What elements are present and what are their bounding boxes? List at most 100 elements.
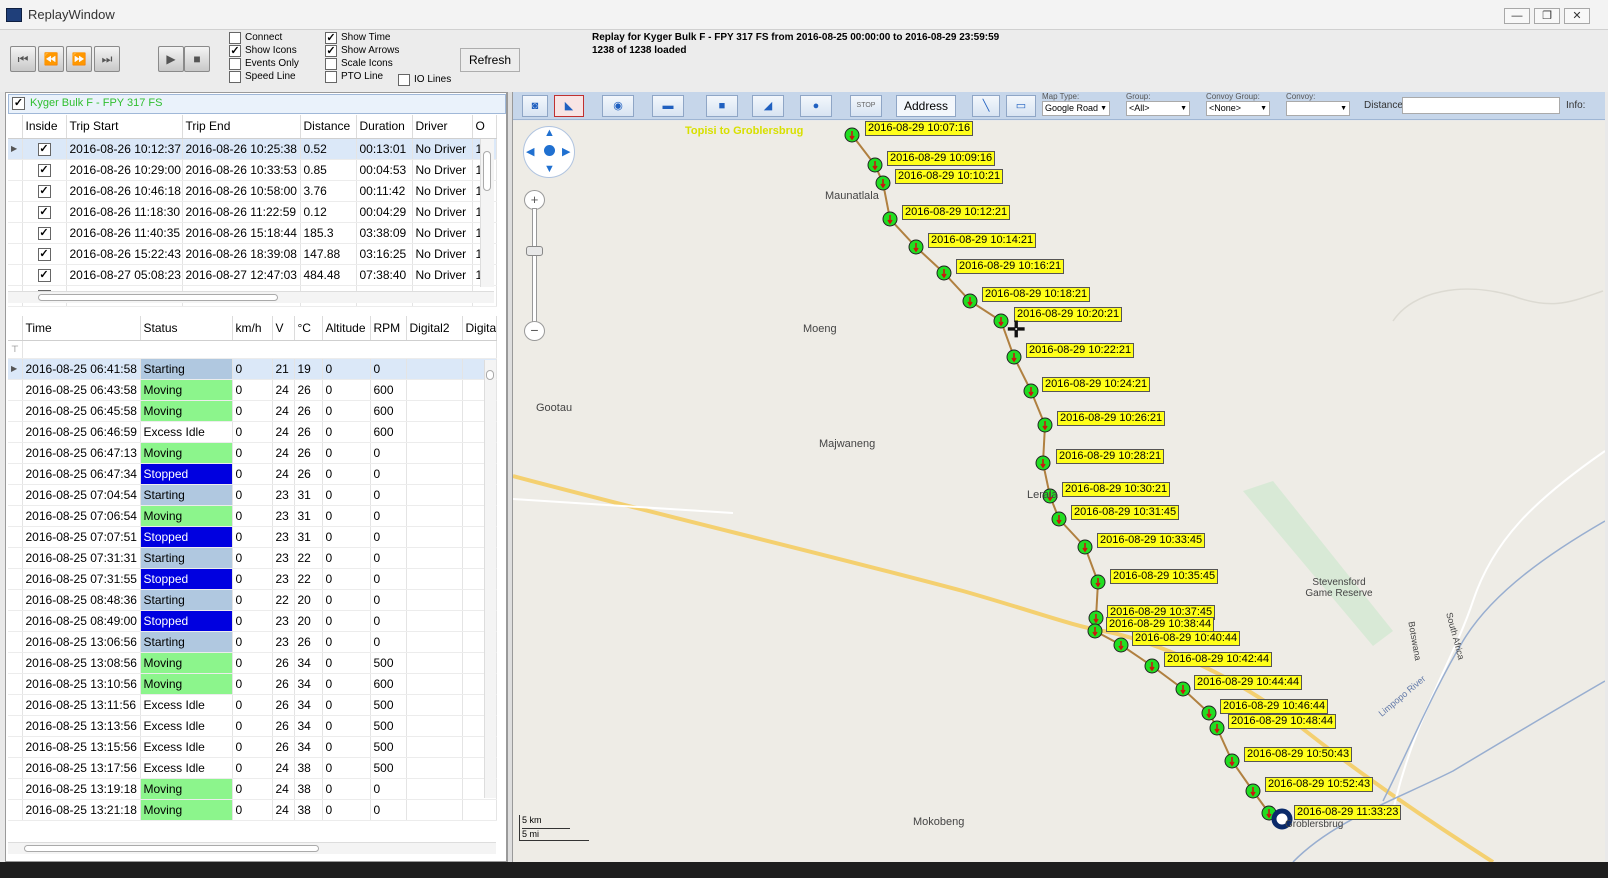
scroll-thumb[interactable] — [38, 294, 278, 301]
route-icon[interactable]: ◣ — [554, 95, 584, 117]
row-indicator[interactable] — [8, 463, 23, 485]
checkbox-box[interactable] — [229, 31, 241, 44]
show-icons-checkbox[interactable]: ✓ Show Icons — [229, 44, 299, 57]
pan-down-icon[interactable]: ▼ — [544, 163, 555, 175]
table-row[interactable]: 2016-08-25 07:31:31 Starting 0 23 22 0 0 — [8, 547, 497, 569]
checkbox-box[interactable] — [229, 70, 241, 83]
polygon-icon[interactable]: ◢ — [752, 95, 784, 117]
table-row[interactable]: ✓ 2016-08-26 11:18:30 2016-08-26 11:22:5… — [8, 201, 497, 223]
rectangle-icon[interactable]: ■ — [706, 95, 738, 117]
row-indicator[interactable] — [8, 421, 23, 443]
row-indicator[interactable] — [8, 400, 23, 422]
table-row[interactable]: ▶ ✓ 2016-08-26 10:12:37 2016-08-26 10:25… — [8, 138, 497, 160]
pan-center-icon[interactable] — [544, 145, 555, 156]
table-row[interactable]: ✓ 2016-08-26 11:40:35 2016-08-26 15:18:4… — [8, 222, 497, 244]
row-indicator[interactable] — [8, 547, 23, 569]
zoom-in-icon[interactable]: + — [524, 190, 545, 210]
table-row[interactable]: 2016-08-25 07:04:54 Starting 0 23 31 0 0 — [8, 484, 497, 506]
row-indicator[interactable] — [8, 379, 23, 401]
maximize-button[interactable]: ❐ — [1534, 8, 1560, 24]
table-row[interactable]: 2016-08-25 13:17:56 Excess Idle 0 24 38 … — [8, 757, 497, 779]
map-type-select[interactable]: Google Road ▼ — [1042, 101, 1110, 116]
refresh-button[interactable]: Refresh — [460, 48, 520, 72]
checkbox-box[interactable]: ✓ — [325, 44, 337, 57]
minimize-button[interactable]: — — [1504, 8, 1530, 24]
row-indicator[interactable] — [8, 243, 23, 265]
inside-checkbox[interactable]: ✓ — [37, 143, 51, 156]
col-header-distance[interactable]: Distance — [300, 115, 357, 139]
scroll-thumb[interactable] — [483, 151, 491, 191]
vehicle-checkbox[interactable]: ✓ — [12, 97, 25, 110]
circle-icon[interactable]: ● — [800, 95, 832, 117]
checkbox-box[interactable] — [325, 70, 337, 83]
scroll-thumb[interactable] — [486, 370, 494, 380]
table-row[interactable]: 2016-08-25 06:46:59 Excess Idle 0 24 26 … — [8, 421, 497, 443]
col-header-kmh[interactable]: km/h — [232, 316, 273, 341]
stop-sign-icon[interactable]: STOP — [850, 95, 882, 117]
zoom-track[interactable] — [532, 208, 537, 326]
play-icon[interactable]: ▶ — [158, 46, 184, 72]
show-time-checkbox[interactable]: ✓ Show Time — [325, 31, 399, 44]
table-row[interactable]: 2016-08-25 07:06:54 Moving 0 23 31 0 0 — [8, 505, 497, 527]
io-lines-checkbox[interactable]: IO Lines — [398, 73, 451, 86]
row-indicator[interactable] — [8, 694, 23, 716]
row-indicator[interactable] — [8, 673, 23, 695]
row-indicator[interactable] — [8, 264, 23, 286]
inside-checkbox[interactable]: ✓ — [37, 269, 51, 282]
close-button[interactable]: ✕ — [1564, 8, 1590, 24]
inside-checkbox[interactable]: ✓ — [37, 185, 51, 198]
table-row[interactable]: 2016-08-25 13:08:56 Moving 0 26 34 0 500 — [8, 652, 497, 674]
pan-right-icon[interactable]: ▶ — [562, 145, 570, 158]
zoom-out-icon[interactable]: − — [524, 321, 545, 341]
map-view[interactable]: Topisi to Groblersbrug Maunatlala Moeng … — [513, 121, 1605, 862]
inside-cell[interactable]: ✓ — [22, 222, 67, 244]
table-row[interactable]: ✓ 2016-08-26 10:46:18 2016-08-26 10:58:0… — [8, 180, 497, 202]
show-arrows-checkbox[interactable]: ✓ Show Arrows — [325, 44, 399, 57]
col-header-digital3[interactable]: Digita — [462, 316, 497, 341]
select-icon[interactable]: ◙ — [522, 95, 548, 117]
inside-checkbox[interactable]: ✓ — [37, 164, 51, 177]
row-indicator[interactable] — [8, 505, 23, 527]
col-header-inside[interactable]: Inside — [22, 115, 67, 139]
col-header-o[interactable]: O — [472, 115, 497, 139]
row-indicator[interactable] — [8, 610, 23, 632]
table-row[interactable]: 2016-08-25 13:06:56 Starting 0 23 26 0 0 — [8, 631, 497, 653]
connect-checkbox[interactable]: Connect — [229, 31, 299, 44]
col-header-altitude[interactable]: Altitude — [322, 316, 371, 341]
row-indicator[interactable] — [8, 736, 23, 758]
col-header-driver[interactable]: Driver — [412, 115, 473, 139]
row-indicator[interactable]: ▶ — [8, 138, 23, 160]
inside-checkbox[interactable]: ✓ — [37, 227, 51, 240]
inside-cell[interactable]: ✓ — [22, 201, 67, 223]
row-indicator[interactable]: ▶ — [8, 358, 23, 380]
stop-icon[interactable]: ■ — [184, 46, 210, 72]
inside-cell[interactable]: ✓ — [22, 159, 67, 181]
table-row[interactable]: ▶ 2016-08-25 06:41:58 Starting 0 21 19 0… — [8, 358, 497, 380]
group-select[interactable]: <All> ▼ — [1126, 101, 1190, 116]
row-indicator[interactable] — [8, 526, 23, 548]
row-indicator[interactable] — [8, 222, 23, 244]
inside-cell[interactable]: ✓ — [22, 243, 67, 265]
pan-left-icon[interactable]: ◀ — [526, 145, 534, 158]
inside-checkbox[interactable]: ✓ — [37, 206, 51, 219]
pan-up-icon[interactable]: ▲ — [544, 127, 555, 139]
trips-horizontal-scrollbar[interactable] — [8, 291, 494, 303]
distance-input[interactable] — [1402, 97, 1560, 114]
checkbox-box[interactable]: ✓ — [325, 31, 337, 44]
filter-icon[interactable]: ⊤ — [8, 340, 23, 359]
row-indicator[interactable] — [8, 159, 23, 181]
scroll-thumb[interactable] — [24, 845, 319, 852]
convoy-select[interactable]: ▼ — [1286, 101, 1350, 116]
events-filter-row[interactable]: ⊤ — [8, 340, 497, 359]
row-indicator[interactable] — [8, 201, 23, 223]
fast-forward-icon[interactable]: ⏩ — [66, 46, 92, 72]
pto-line-checkbox[interactable]: PTO Line — [325, 70, 399, 83]
col-header-rpm[interactable]: RPM — [370, 316, 407, 341]
table-row[interactable]: 2016-08-25 07:31:55 Stopped 0 23 22 0 0 — [8, 568, 497, 590]
col-header-digital2[interactable]: Digital2 — [406, 316, 463, 341]
table-row[interactable]: 2016-08-25 13:10:56 Moving 0 26 34 0 600 — [8, 673, 497, 695]
col-header-trip-end[interactable]: Trip End — [182, 115, 301, 139]
col-header-status[interactable]: Status — [140, 316, 233, 341]
table-row[interactable]: 2016-08-25 13:15:56 Excess Idle 0 26 34 … — [8, 736, 497, 758]
row-indicator[interactable] — [8, 715, 23, 737]
